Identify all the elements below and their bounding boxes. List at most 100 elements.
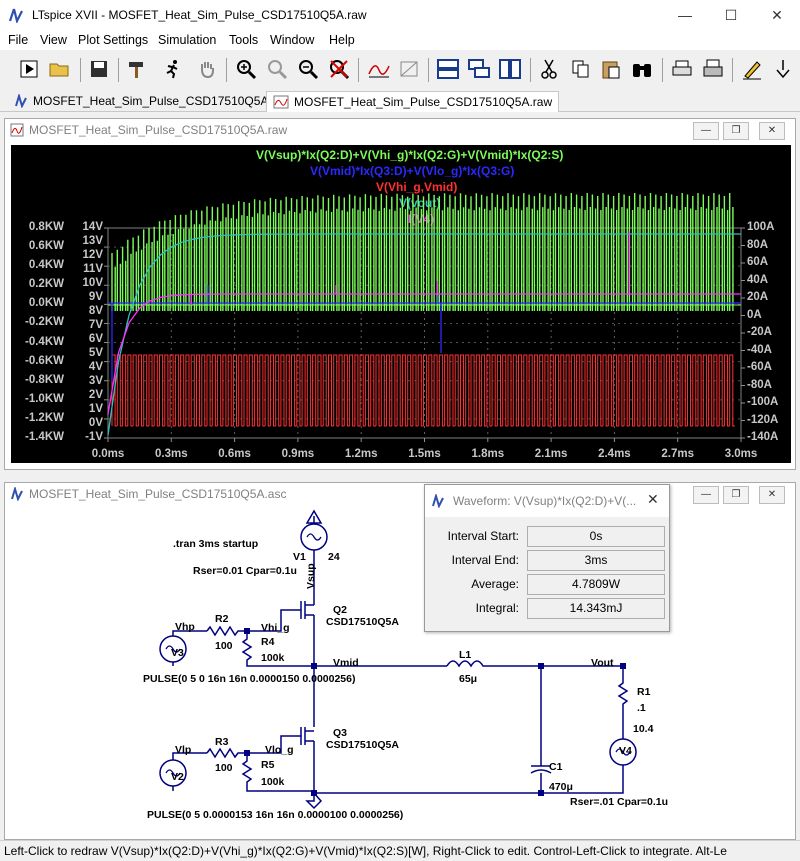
tab-waveform[interactable]: MOSFET_Heat_Sim_Pulse_CSD17510Q5A.raw: [266, 91, 560, 112]
interval-end-field[interactable]: 3ms: [527, 550, 665, 571]
tile-horizontal-button[interactable]: [435, 56, 461, 82]
menu-simulation[interactable]: Simulation: [158, 33, 216, 47]
tile-vertical-button[interactable]: [497, 56, 523, 82]
mdi-minimize-button[interactable]: —: [693, 486, 719, 504]
mdi-restore-button[interactable]: ❐: [723, 486, 749, 504]
save-icon: [91, 61, 107, 77]
vhi-g-net-label[interactable]: Vhi_g: [261, 622, 290, 634]
ground-button[interactable]: [770, 56, 796, 82]
maximize-button[interactable]: ☐: [708, 0, 754, 30]
control-panel-button[interactable]: [124, 56, 150, 82]
zoom-full-button[interactable]: [326, 56, 352, 82]
r3-label[interactable]: R3: [215, 736, 228, 748]
l1-label[interactable]: L1: [459, 649, 471, 661]
c1-value[interactable]: 470μ: [549, 781, 573, 793]
amp-tick-label: 80A: [747, 238, 769, 251]
label-net-button[interactable]: [739, 56, 765, 82]
tab-schematic[interactable]: MOSFET_Heat_Sim_Pulse_CSD17510Q5A.asc: [8, 91, 296, 111]
volt-tick-label: 10V: [82, 277, 103, 289]
pencil-icon: [743, 61, 761, 80]
dialog-close-button[interactable]: ✕: [647, 491, 659, 508]
c1-params[interactable]: Rser=.01 Cpar=0.1u: [570, 796, 668, 808]
zoom-out-button[interactable]: [295, 56, 321, 82]
menu-view[interactable]: View: [40, 33, 67, 47]
open-button[interactable]: [47, 56, 73, 82]
close-button[interactable]: ✕: [754, 0, 800, 30]
series-vhi-g: [111, 354, 735, 427]
menu-plot-settings[interactable]: Plot Settings: [78, 33, 148, 47]
x-tick-label: 2.1ms: [534, 448, 568, 460]
r4-value[interactable]: 100k: [261, 652, 284, 664]
new-schematic-button[interactable]: [16, 56, 42, 82]
v1-value[interactable]: 24: [328, 551, 340, 563]
status-text: Left-Click to redraw V(Vsup)*Ix(Q2:D)+V(…: [4, 844, 727, 858]
tran-directive[interactable]: .tran 3ms startup: [173, 538, 258, 550]
vlp-net-label[interactable]: Vlp: [175, 744, 191, 756]
mdi-close-button[interactable]: ✕: [759, 486, 785, 504]
amp-tick-label: -80A: [747, 378, 772, 391]
cut-button[interactable]: [537, 56, 563, 82]
vout-net-label[interactable]: Vout: [591, 657, 614, 669]
print-button[interactable]: [700, 56, 726, 82]
menu-tools[interactable]: Tools: [229, 33, 258, 47]
vlo-g-net-label[interactable]: Vlo_g: [265, 744, 294, 756]
schematic-window: MOSFET_Heat_Sim_Pulse_CSD17510Q5A.asc — …: [4, 482, 796, 840]
r5-value[interactable]: 100k: [261, 776, 284, 788]
paste-button[interactable]: [598, 56, 624, 82]
paste-icon: [602, 61, 620, 79]
v4-value[interactable]: 10.4: [633, 723, 653, 735]
pulse-lo-spec[interactable]: PULSE(0 5 0.0000153 16n 16n 0.0000100 0.…: [147, 809, 403, 821]
mdi-close-button[interactable]: ✕: [759, 122, 785, 140]
vmid-net-label[interactable]: Vmid: [333, 657, 359, 669]
find-button[interactable]: [629, 56, 655, 82]
q3-part[interactable]: CSD17510Q5A: [326, 739, 399, 751]
printer-icon: [703, 59, 723, 77]
vsup-net-label[interactable]: Vsup: [305, 563, 317, 589]
v1-params[interactable]: Rser=0.01 Cpar=0.1u: [193, 565, 297, 577]
waveform-plot[interactable]: V(Vsup)*Ix(Q2:D)+V(Vhi_g)*Ix(Q2:G)+V(Vmi…: [11, 145, 791, 463]
pick-visible-button[interactable]: [396, 56, 422, 82]
mdi-minimize-button[interactable]: —: [693, 122, 719, 140]
v2-label[interactable]: V2: [171, 771, 184, 783]
l1-value[interactable]: 65μ: [459, 673, 477, 685]
r2-value[interactable]: 100: [215, 640, 233, 652]
kw-tick-label: 0.2KW: [28, 278, 64, 291]
menu-window[interactable]: Window: [270, 33, 314, 47]
print-preview-button[interactable]: [669, 56, 695, 82]
q2-part[interactable]: CSD17510Q5A: [326, 616, 399, 628]
binoculars-icon: [633, 64, 651, 77]
autorange-button[interactable]: [366, 56, 392, 82]
copy-button[interactable]: [568, 56, 594, 82]
interval-start-field[interactable]: 0s: [527, 526, 665, 547]
integral-field: 14.343mJ: [527, 598, 665, 619]
ground-arrow-icon: [776, 60, 790, 79]
q3-label[interactable]: Q3: [333, 727, 347, 739]
vhp-net-label[interactable]: Vhp: [175, 621, 195, 633]
run-button[interactable]: [160, 56, 186, 82]
c1-label[interactable]: C1: [549, 761, 562, 773]
mdi-restore-button[interactable]: ❐: [723, 122, 749, 140]
v3-label[interactable]: V3: [171, 647, 184, 659]
volt-tick-label: 8V: [88, 305, 103, 317]
v4-label[interactable]: V4: [619, 745, 632, 757]
cascade-button[interactable]: [466, 56, 492, 82]
r1-value[interactable]: .1: [637, 702, 646, 714]
r2-label[interactable]: R2: [215, 613, 228, 625]
minimize-button[interactable]: —: [662, 0, 708, 30]
dialog-titlebar: Waveform: V(Vsup)*Ix(Q2:D)+V(... ✕: [425, 485, 669, 517]
menu-help[interactable]: Help: [329, 33, 355, 47]
save-button[interactable]: [86, 56, 112, 82]
menu-file[interactable]: File: [8, 33, 28, 47]
r1-label[interactable]: R1: [637, 686, 650, 698]
running-man-icon: [166, 60, 178, 79]
r4-label[interactable]: R4: [261, 636, 274, 648]
zoom-in-button[interactable]: [233, 56, 259, 82]
q2-label[interactable]: Q2: [333, 604, 347, 616]
r5-label[interactable]: R5: [261, 759, 274, 771]
r3-value[interactable]: 100: [215, 762, 233, 774]
tile-horizontal-icon: [437, 59, 459, 79]
pan-button[interactable]: [264, 56, 290, 82]
pulse-hi-spec[interactable]: PULSE(0 5 0 16n 16n 0.0000150 0.0000256): [143, 673, 355, 685]
halt-button[interactable]: [194, 56, 220, 82]
v1-label[interactable]: V1: [293, 551, 306, 563]
